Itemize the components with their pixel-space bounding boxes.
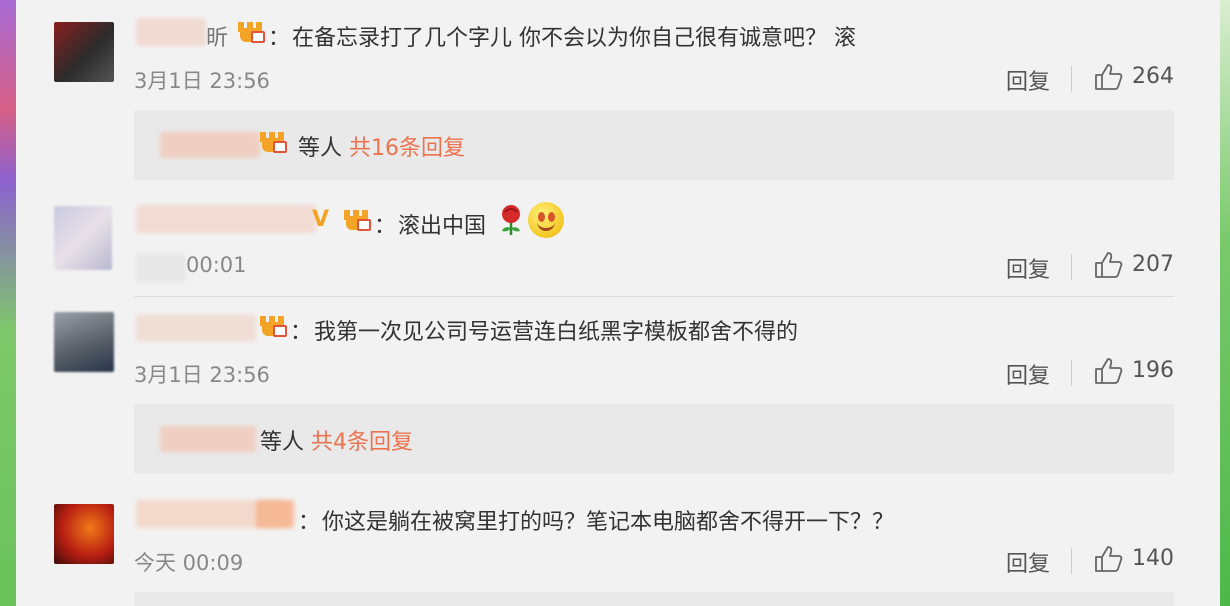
badge-blurred bbox=[256, 500, 294, 528]
divider bbox=[1071, 360, 1072, 386]
reply-button[interactable]: 回复 bbox=[1006, 358, 1050, 390]
reply-thread-box[interactable]: 等人 共16条回复 bbox=[134, 110, 1174, 180]
avatar[interactable] bbox=[54, 22, 114, 82]
comment-time: 3月1日 23:56 bbox=[134, 69, 270, 93]
username-fragment[interactable]: 昕 bbox=[206, 20, 228, 52]
thumbs-up-icon[interactable] bbox=[1094, 357, 1124, 385]
time-prefix-blurred bbox=[136, 254, 186, 282]
verified-v-icon: V bbox=[312, 207, 330, 232]
smile-emoji-icon bbox=[528, 202, 564, 238]
reply-thread-box[interactable]: 等人 共4条回复 bbox=[134, 404, 1174, 474]
avatar[interactable] bbox=[54, 504, 114, 564]
right-background-strip bbox=[1220, 0, 1230, 606]
reply-thread-prefix: 等人 bbox=[298, 136, 343, 161]
reply-thread-count[interactable]: 共4条回复 bbox=[311, 430, 413, 455]
divider bbox=[1071, 548, 1072, 574]
comment-text: 你这是躺在被窝里打的吗？笔记本电脑都舍不得开一下？？ bbox=[322, 510, 895, 535]
left-background-strip bbox=[0, 0, 16, 606]
colon: ： bbox=[290, 320, 313, 345]
crown-badge-icon bbox=[238, 22, 268, 46]
comment-feed: 昕 ： 在备忘录打了几个字儿 你不会以为你自己很有诚意吧？ 滚 3月1日 23:… bbox=[16, 0, 1220, 606]
username-blurred[interactable] bbox=[136, 205, 316, 233]
divider bbox=[1071, 66, 1072, 92]
thumbs-up-icon[interactable] bbox=[1094, 545, 1124, 573]
comment-divider bbox=[134, 296, 1174, 297]
comment-text: 我第一次见公司号运营连白纸黑字模板都舍不得的 bbox=[314, 320, 799, 345]
like-count: 264 bbox=[1132, 64, 1174, 89]
rose-emoji-icon bbox=[502, 205, 520, 235]
divider bbox=[1071, 254, 1072, 280]
like-count: 207 bbox=[1132, 252, 1174, 277]
comment-time: 3月1日 23:56 bbox=[134, 363, 270, 387]
crown-badge-icon bbox=[260, 132, 290, 156]
username-blurred[interactable] bbox=[136, 18, 206, 46]
reply-button[interactable]: 回复 bbox=[1006, 64, 1050, 96]
crown-badge-icon bbox=[260, 316, 290, 340]
comment-time: 00:01 bbox=[186, 253, 247, 277]
like-count: 196 bbox=[1132, 358, 1174, 383]
reply-button[interactable]: 回复 bbox=[1006, 252, 1050, 284]
reply-thread-prefix: 等人 bbox=[260, 430, 305, 455]
reply-thread-box[interactable] bbox=[134, 592, 1174, 606]
reply-thread-count[interactable]: 共16条回复 bbox=[349, 136, 465, 161]
colon: ： bbox=[268, 26, 291, 51]
username-blurred[interactable] bbox=[136, 314, 256, 342]
comment-text: 滚出中国 bbox=[398, 214, 487, 239]
thumbs-up-icon[interactable] bbox=[1094, 251, 1124, 279]
reply-username-blurred bbox=[160, 426, 256, 452]
colon: ： bbox=[298, 510, 321, 535]
colon: ： bbox=[374, 214, 397, 239]
reply-button[interactable]: 回复 bbox=[1006, 546, 1050, 578]
avatar[interactable] bbox=[54, 312, 114, 372]
thumbs-up-icon[interactable] bbox=[1094, 63, 1124, 91]
reply-username-blurred bbox=[160, 132, 260, 158]
like-count: 140 bbox=[1132, 546, 1174, 571]
comment-text: 在备忘录打了几个字儿 你不会以为你自己很有诚意吧？ 滚 bbox=[292, 26, 856, 51]
crown-badge-icon bbox=[344, 210, 374, 234]
avatar[interactable] bbox=[54, 206, 112, 270]
comment-time: 今天 00:09 bbox=[134, 551, 244, 575]
